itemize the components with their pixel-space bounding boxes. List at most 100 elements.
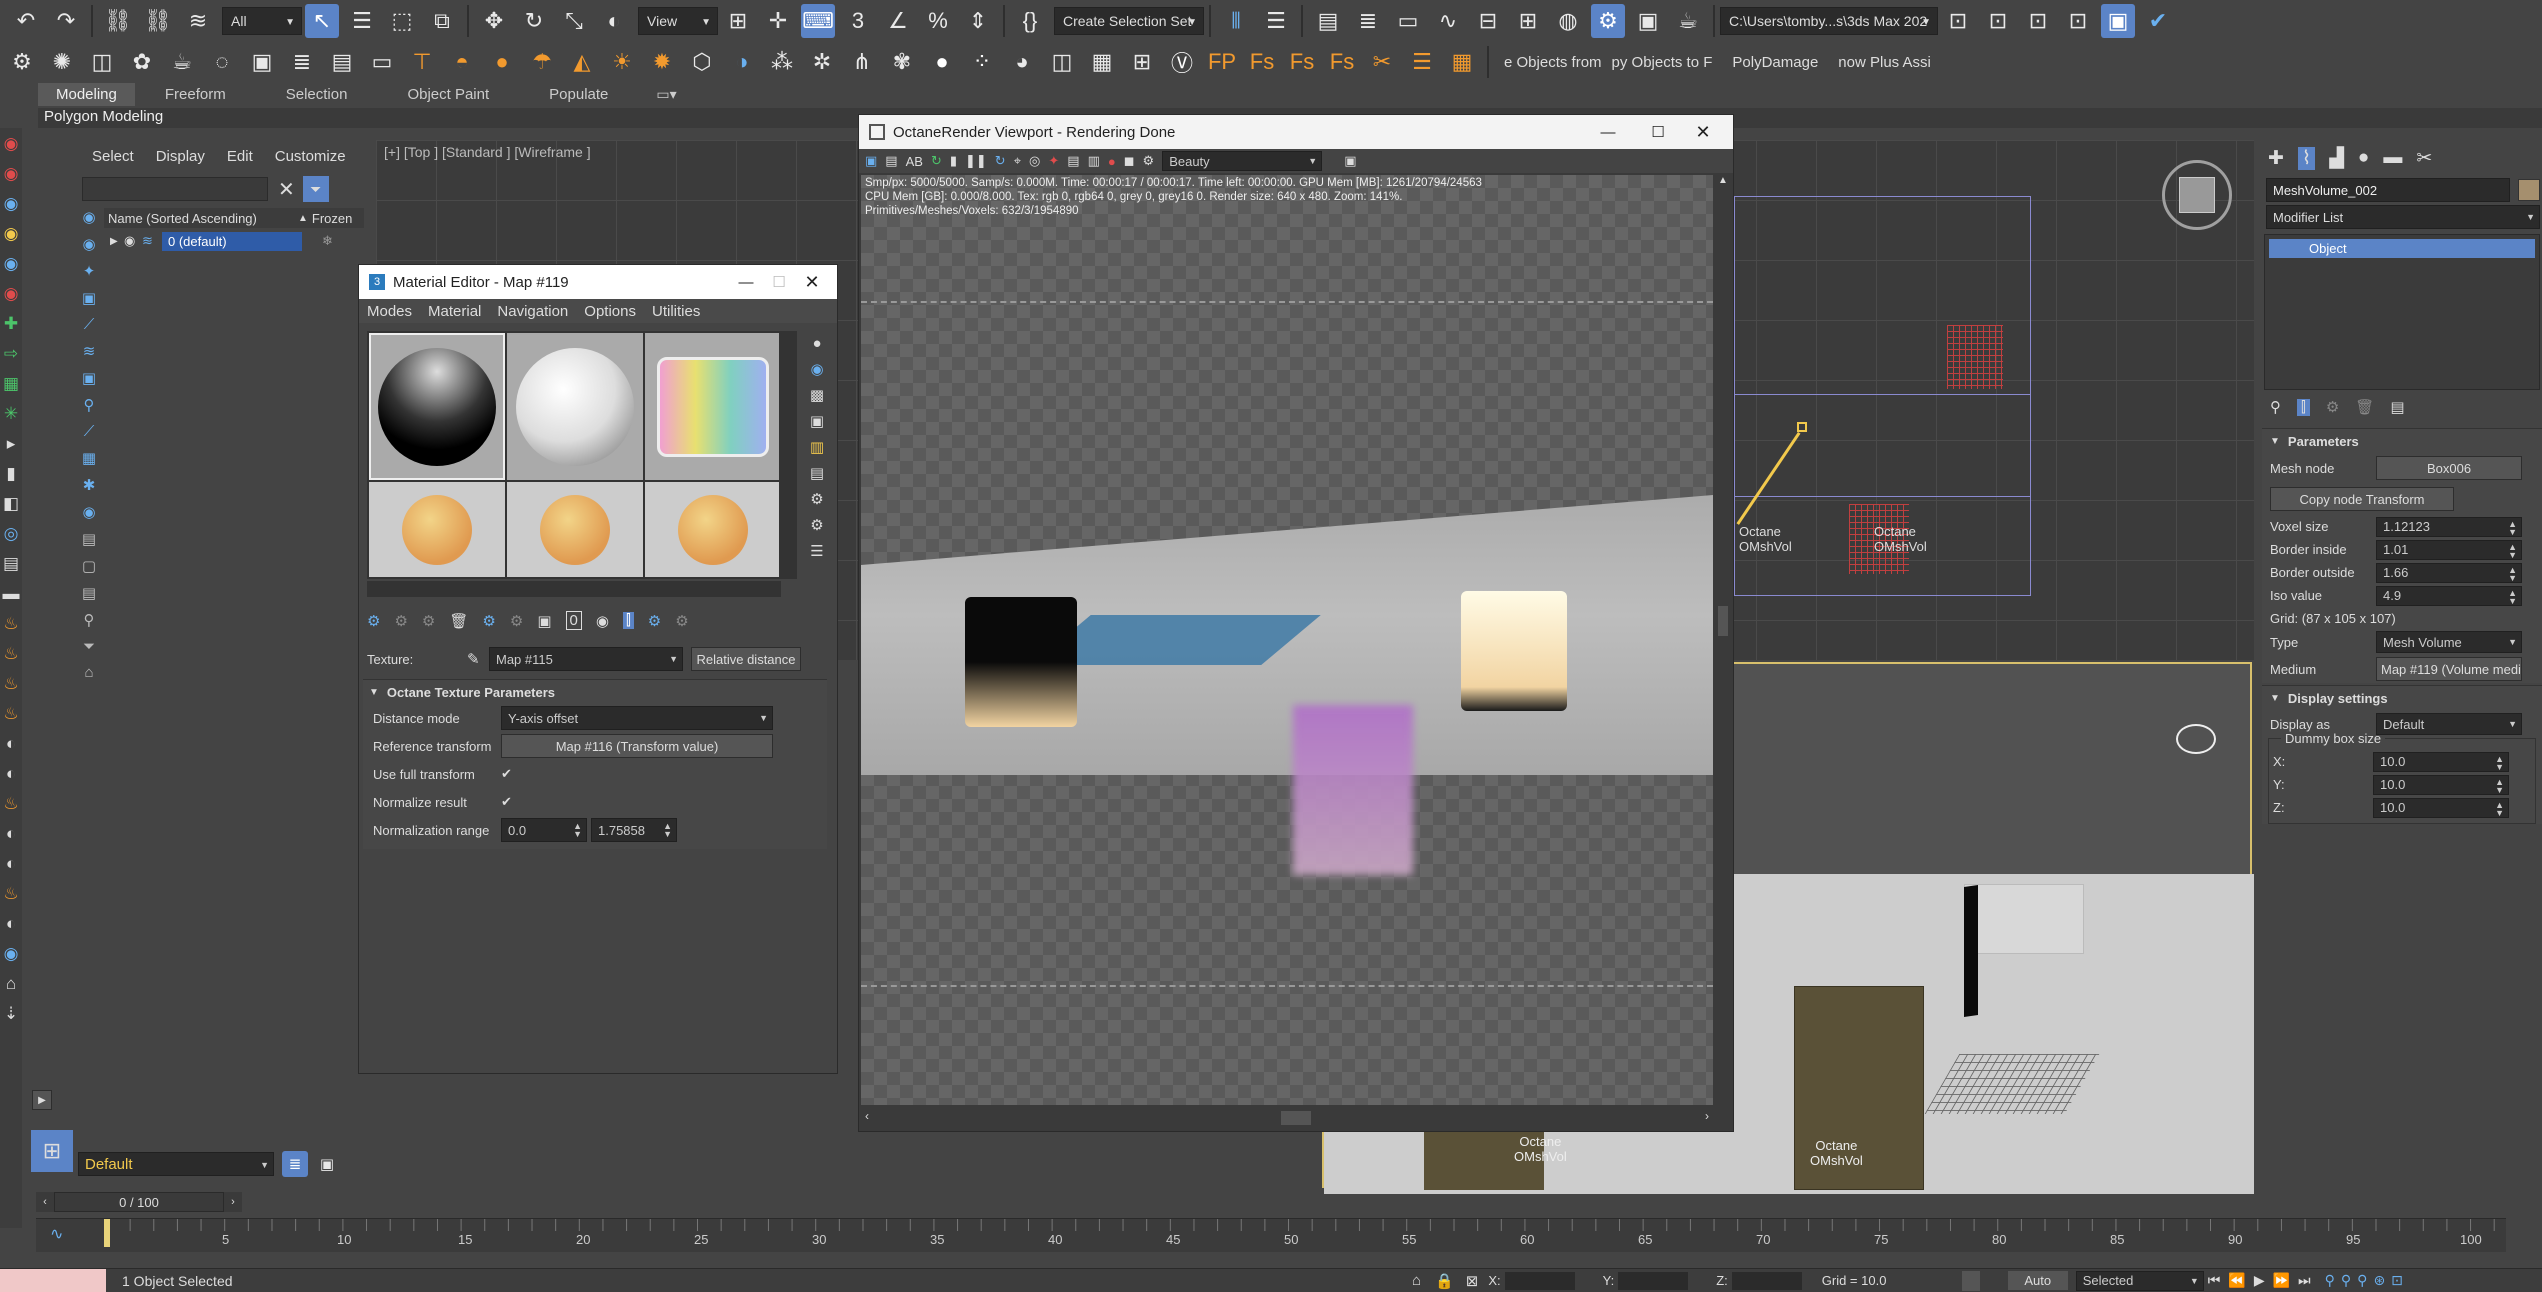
camera-icon[interactable]: ▣ [245,45,279,79]
sphere-icon[interactable]: ● [925,45,959,79]
parameters-header[interactable]: ▼ Parameters [2262,429,2542,453]
strip-icon-12[interactable]: ▮ [6,464,15,484]
strip-icon-1[interactable]: ◉ [4,134,19,154]
absolute-mode-icon[interactable]: ⊠ [1466,1272,1479,1290]
assign-to-selection-icon[interactable]: ⚙ [422,612,435,630]
create-tab-icon[interactable]: ✚ [2268,147,2284,170]
me-close-icon[interactable]: ✕ [797,272,827,293]
strip-icon-29[interactable]: ⌂ [6,974,16,994]
render-setup-icon[interactable]: ⚙ [1591,4,1625,38]
octane-region-icon[interactable]: ◎ [1029,153,1040,169]
uv-tiling-icon[interactable]: ▣ [810,412,824,430]
pin-stack-icon[interactable]: ⚲ [2270,398,2281,416]
copy-node-transform-button[interactable]: Copy node Transform [2270,487,2454,511]
toggle-scene-explorer-icon[interactable]: ▤ [1311,4,1345,38]
modify-tab-icon[interactable]: ⌇ [2297,146,2316,170]
octane-hscroll[interactable]: ‹ › [861,1109,1713,1127]
border-outside-spinner[interactable]: 1.66 ▲ ▼ [2376,562,2522,583]
ribbon-options-icon[interactable]: ▭▾ [638,83,694,106]
strip-icon-6[interactable]: ◉ [4,284,19,304]
polygon-modeling-label[interactable]: Polygon Modeling [44,108,163,125]
grass-icon[interactable]: ⋔ [845,45,879,79]
tab-populate[interactable]: Populate [519,83,638,106]
next-frame-icon[interactable]: ⏩ [2273,1272,2290,1289]
display-xrefs-icon[interactable]: ⚲ [84,396,95,414]
scene-search-input[interactable] [82,177,268,201]
octane-pause-icon[interactable]: ❚❚ [965,153,987,169]
teapot-icon[interactable]: ☕ [165,45,199,79]
tab-label-polydamage[interactable]: PolyDamage [1732,54,1818,71]
render-pass-dropdown[interactable]: Beauty ▼ [1162,151,1323,171]
strip-icon-20[interactable]: ♨ [3,704,18,724]
material-id-icon[interactable]: 0 [565,611,582,630]
strip-icon-3[interactable]: ◉ [4,194,19,214]
schematic-view-icon[interactable]: ⊞ [1511,4,1545,38]
full-transform-checkbox[interactable]: ✔ [501,766,512,782]
display-bones-icon[interactable]: ⟋ [84,423,95,440]
octane-copy-icon[interactable]: ▤ [885,153,897,169]
unlink-icon[interactable]: ⛓ [141,4,175,38]
strip-icon-24[interactable]: ◐ [6,824,16,844]
go-to-start-icon[interactable]: ⏮ [2208,1272,2221,1289]
me-menu-options[interactable]: Options [584,303,636,320]
voxel-size-spinner[interactable]: 1.12123 ▲ ▼ [2376,516,2522,537]
window-crossing-icon[interactable]: ⧉ [425,4,459,38]
bind-spacewarp-icon[interactable]: ≋ [181,4,215,38]
backlight-icon[interactable]: ◉ [810,360,823,378]
strip-icon-7[interactable]: ✚ [4,314,18,334]
sun-burst-icon[interactable]: ✹ [645,45,679,79]
redo-icon[interactable]: ↷ [49,4,83,38]
strip-icon-13[interactable]: ◧ [3,494,19,514]
spinner-snap-icon[interactable]: ⇕ [961,4,995,38]
time-slider-track[interactable]: 0 / 100 [54,1192,224,1212]
strip-icon-4[interactable]: ◉ [4,224,19,244]
maxscript-listener[interactable] [0,1268,106,1292]
octane-hscroll-left-icon[interactable]: ‹ [865,1109,869,1123]
display-as-dropdown[interactable]: Default ▼ [2376,713,2522,735]
strip-icon-11[interactable]: ▸ [7,434,16,454]
relative-distance-button[interactable]: Relative distance [691,647,801,671]
octane-save-icon[interactable]: ▣ [865,153,877,169]
options-icon[interactable]: ⚙ [810,490,823,508]
toggle-ribbon-icon[interactable]: ▭ [1391,4,1425,38]
octane-film-icon[interactable]: ▥ [1088,153,1100,169]
frozen-toggle-icon[interactable]: ❄ [322,233,333,249]
me-menu-material[interactable]: Material [428,303,481,320]
display-frozen-icon[interactable]: ✱ [83,476,96,494]
keyboard-shortcut-toggle-icon[interactable]: ⌨ [801,4,835,38]
eye-icon[interactable]: ◉ [124,233,142,249]
strip-icon-26[interactable]: ♨ [3,884,18,904]
tab-label-objects-from[interactable]: e Objects from [1504,54,1602,71]
edit-named-selection-icon[interactable]: {} [1013,4,1047,38]
dome-light-icon[interactable]: ◓ [445,45,479,79]
normalize-result-checkbox[interactable]: ✔ [501,794,512,810]
octane-maximize-icon[interactable]: ☐ [1633,123,1683,141]
make-unique-stack-icon[interactable]: ⚙ [2326,398,2339,416]
menu-edit[interactable]: Edit [227,148,253,165]
make-unique-icon[interactable]: ⚙ [510,612,523,630]
display-containers-icon[interactable]: ▦ [82,449,96,467]
layers-icon[interactable]: ≣ [285,45,319,79]
mesh-node-button[interactable]: Box006 [2376,456,2522,480]
hdri-icon[interactable]: ◑ [725,45,759,79]
fs3-icon[interactable]: Fs [1325,45,1359,79]
scene-collapse-button[interactable]: ▶ [32,1090,52,1110]
dummy-z-spinner[interactable]: 10.0 ▲ ▼ [2373,797,2509,818]
strip-icon-16[interactable]: ▬ [3,584,20,604]
put-to-scene-icon[interactable]: ⚙ [394,612,407,630]
type-dropdown[interactable]: Mesh Volume ▼ [2376,631,2522,653]
col-name-header[interactable]: Name (Sorted Ascending) [108,211,298,226]
angle-snap-icon[interactable]: ∠ [881,4,915,38]
toolbox-icon[interactable]: ⊞ [1125,45,1159,79]
show-end-result-stack-icon[interactable]: ⫿ [2297,398,2310,416]
display-hidden-icon[interactable]: ◉ [82,503,95,521]
save-folder-icon[interactable]: ⊡ [2021,4,2055,38]
fs-icon[interactable]: Fs [1245,45,1279,79]
display-none-icon[interactable]: ▢ [82,557,96,575]
archive-folder-icon[interactable]: ⊡ [2061,4,2095,38]
strip-icon-21[interactable]: ◐ [6,734,16,754]
get-material-icon[interactable]: ⚙ [367,612,380,630]
filter-toggle-icon[interactable]: ⏷ [83,638,95,655]
scale-icon[interactable]: ⤡ [557,4,591,38]
umbrella-light-icon[interactable]: ☂ [525,45,559,79]
